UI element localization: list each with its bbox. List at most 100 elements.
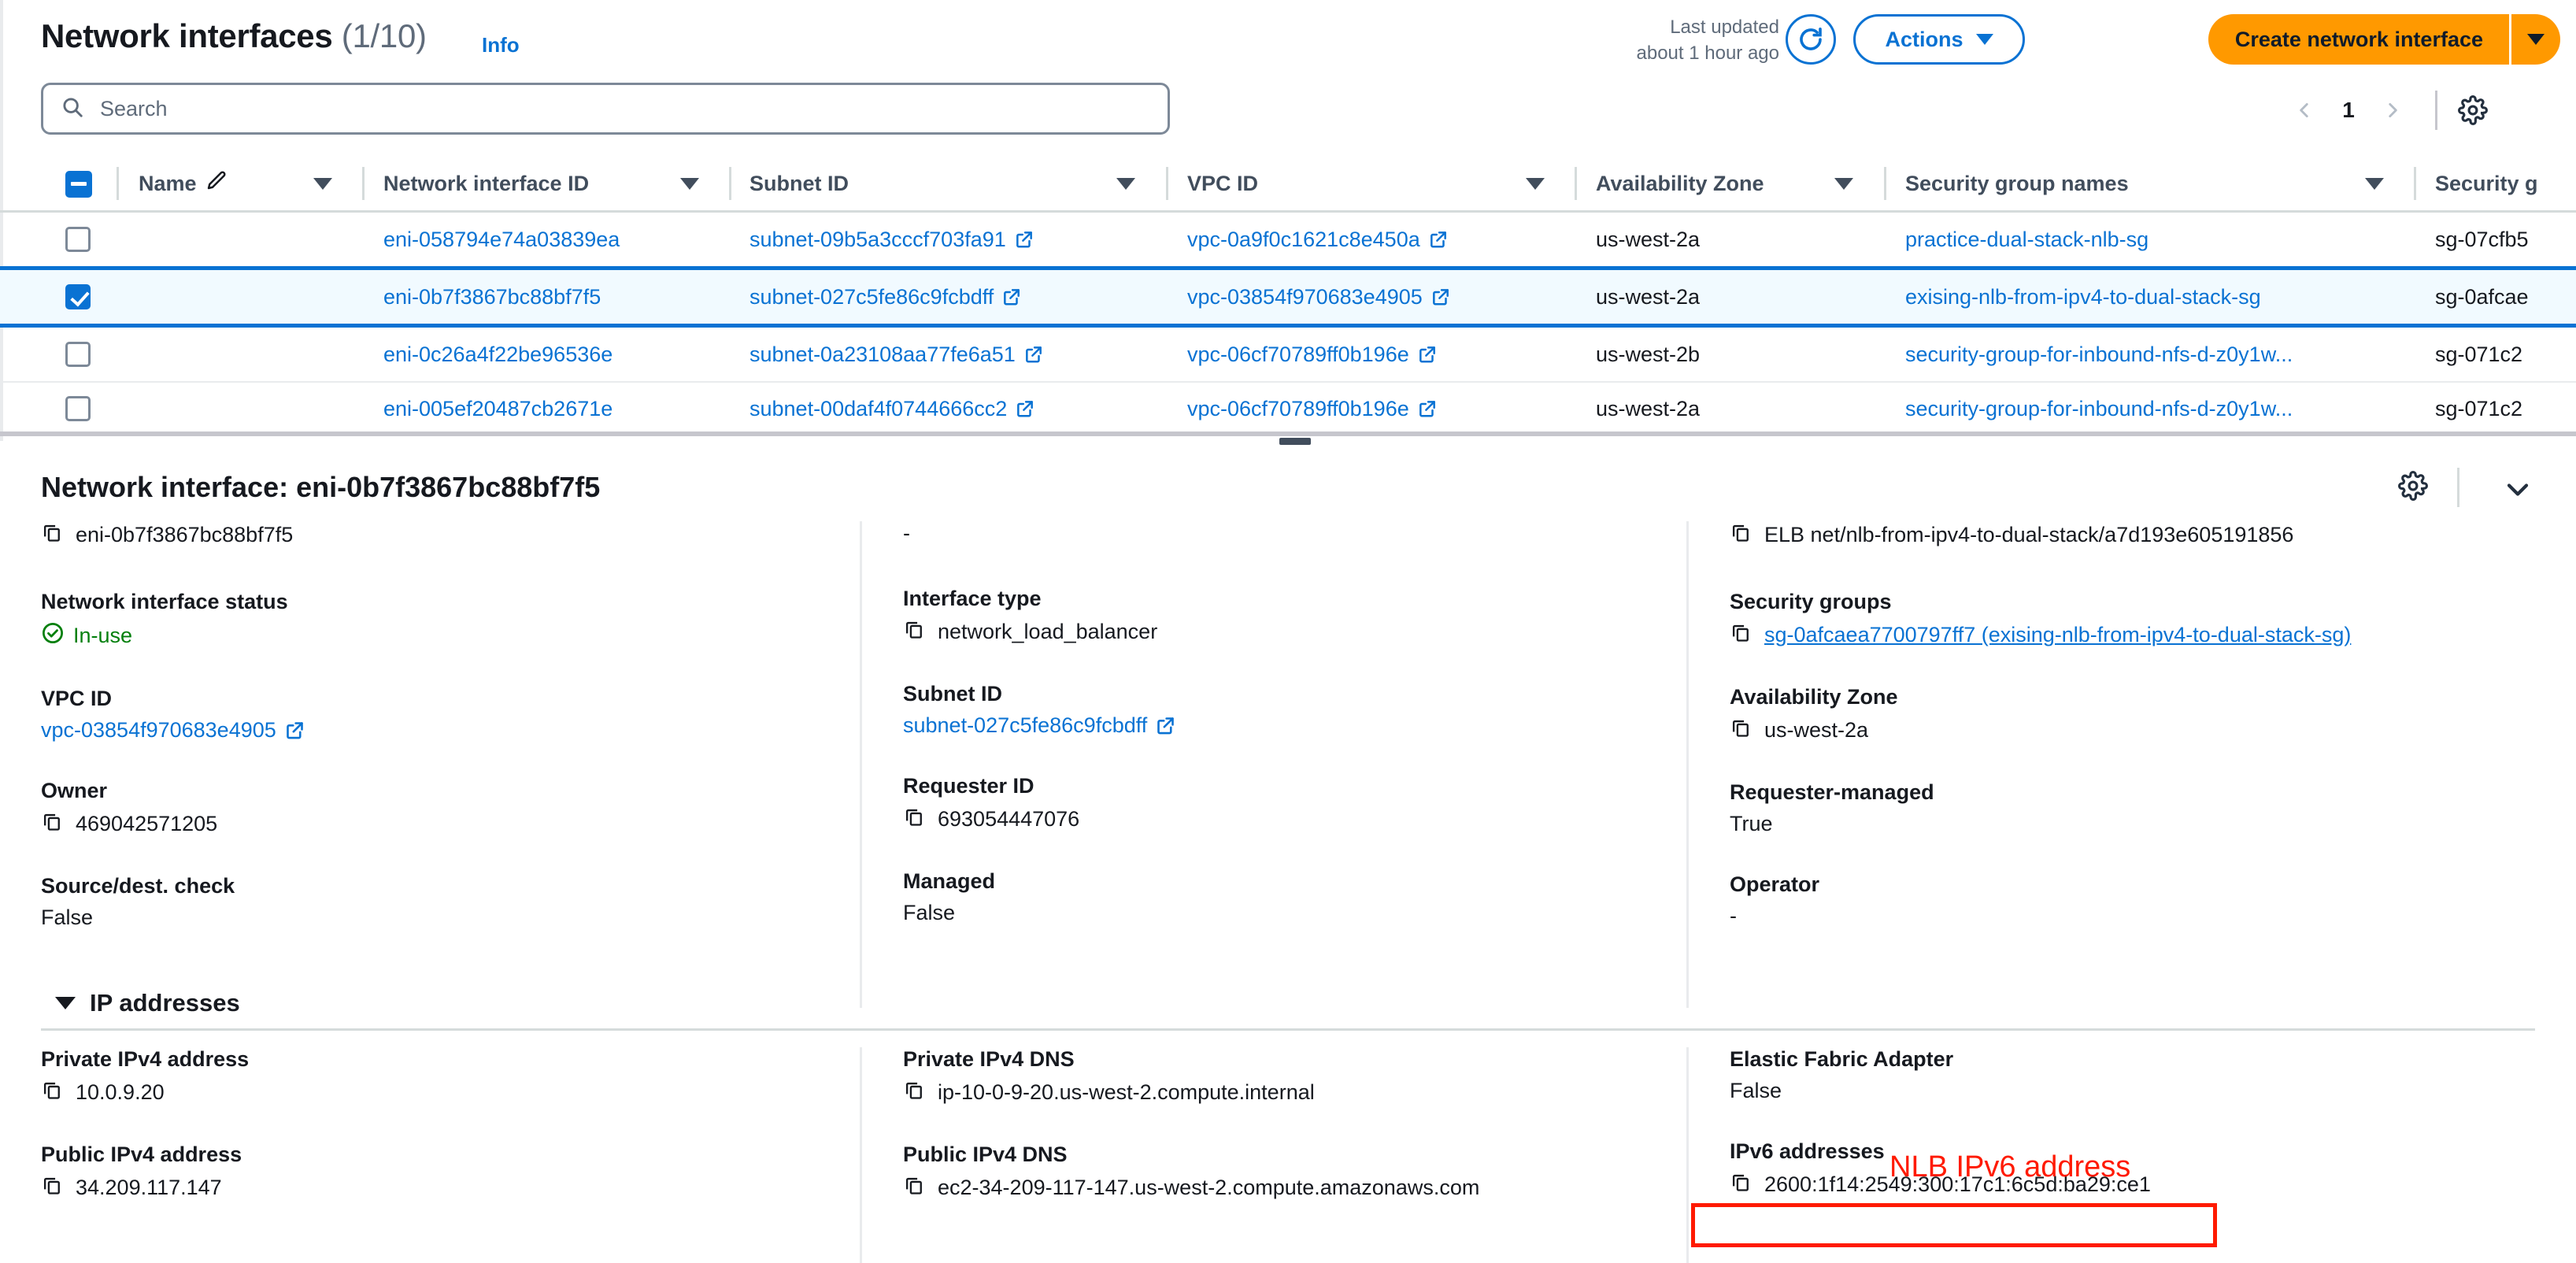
field-requester-id-value-row: 693054447076 <box>903 806 1655 833</box>
cell-vpc-id[interactable]: vpc-06cf70789ff0b196e <box>1187 328 1438 381</box>
field-availability-zone-value-row: us-west-2a <box>1730 717 2513 744</box>
cell-security-group-names[interactable]: practice-dual-stack-nlb-sg <box>1905 213 2149 266</box>
field-vpc-id-value-row[interactable]: vpc-03854f970683e4905 <box>41 718 828 743</box>
external-link-icon[interactable] <box>1015 398 1035 419</box>
cell-vpc-id[interactable]: vpc-06cf70789ff0b196e <box>1187 383 1438 435</box>
column-header-vpc-id[interactable]: VPC ID <box>1187 154 1258 213</box>
external-link-icon[interactable] <box>1430 287 1451 307</box>
detail-panel-collapse-button[interactable] <box>2500 472 2535 511</box>
search-input[interactable]: Search <box>41 83 1170 135</box>
sort-subnet-id[interactable] <box>1116 154 1135 213</box>
sort-vpc-id[interactable] <box>1526 154 1545 213</box>
cell-security-group-names[interactable]: security-group-for-inbound-nfs-d-z0y1w..… <box>1905 328 2293 381</box>
pagination-prev-button[interactable] <box>2282 91 2326 129</box>
cell-eni-id[interactable]: eni-058794e74a03839ea <box>383 213 620 266</box>
edit-pencil-icon[interactable] <box>205 169 228 198</box>
create-network-interface-dropdown[interactable] <box>2511 14 2560 65</box>
table-row-selected[interactable]: eni-0b7f3867bc88bf7f5 subnet-027c5fe86c9… <box>0 266 2576 328</box>
field-subnet-id: Subnet ID subnet-027c5fe86c9fcbdff <box>903 682 1655 738</box>
column-header-subnet-id[interactable]: Subnet ID <box>749 154 849 213</box>
cell-security-group-names[interactable]: exising-nlb-from-ipv4-to-dual-stack-sg <box>1905 270 2261 324</box>
search-placeholder: Search <box>100 96 168 120</box>
cell-vpc-id-text: vpc-0a9f0c1621c8e450a <box>1187 227 1420 251</box>
cell-eni-id[interactable]: eni-0c26a4f22be96536e <box>383 328 613 381</box>
cell-eni-id[interactable]: eni-005ef20487cb2671e <box>383 383 613 435</box>
actions-button[interactable]: Actions <box>1853 14 2025 65</box>
field-private-ipv4-dns-value: ip-10-0-9-20.us-west-2.compute.internal <box>938 1080 1315 1104</box>
external-link-icon[interactable] <box>1014 229 1034 250</box>
sort-security-group-names[interactable] <box>2365 154 2384 213</box>
external-link-icon[interactable] <box>1417 398 1438 419</box>
row-checkbox[interactable] <box>65 227 91 252</box>
field-attachment-value-row: ELB net/nlb-from-ipv4-to-dual-stack/a7d1… <box>1730 521 2513 549</box>
copy-icon[interactable] <box>1730 1171 1752 1198</box>
copy-icon[interactable] <box>41 521 63 549</box>
copy-icon[interactable] <box>41 810 63 838</box>
cell-vpc-id[interactable]: vpc-03854f970683e4905 <box>1187 270 1451 324</box>
external-link-icon[interactable] <box>1417 344 1438 365</box>
copy-icon[interactable] <box>903 618 925 646</box>
sort-name[interactable] <box>313 154 332 213</box>
row-checkbox[interactable] <box>65 342 91 367</box>
table-header-row: Name Network interface ID Subnet ID VPC … <box>0 154 2576 213</box>
pagination-next-button[interactable] <box>2371 91 2415 129</box>
column-header-name[interactable]: Name <box>139 154 228 213</box>
column-divider <box>1575 167 1577 200</box>
pagination: 1 <box>2282 91 2488 130</box>
external-link-icon[interactable] <box>1428 229 1449 250</box>
cell-availability-zone: us-west-2a <box>1596 396 1701 420</box>
ip-addresses-heading[interactable]: IP addresses <box>55 989 240 1017</box>
table-preferences-button[interactable] <box>2458 95 2488 125</box>
copy-icon[interactable] <box>903 1174 925 1202</box>
field-owner-value: 469042571205 <box>76 812 218 835</box>
external-link-icon[interactable] <box>1155 715 1176 736</box>
sort-availability-zone[interactable] <box>1834 154 1853 213</box>
info-link[interactable]: Info <box>482 33 520 57</box>
ip-column-1: Private IPv4 address 10.0.9.20 Public IP… <box>41 1047 860 1263</box>
field-subnet-id-value-row[interactable]: subnet-027c5fe86c9fcbdff <box>903 713 1655 738</box>
copy-icon[interactable] <box>41 1174 63 1202</box>
external-link-icon[interactable] <box>1023 344 1044 365</box>
pagination-page-number[interactable]: 1 <box>2326 98 2371 123</box>
detail-panel-preferences-button[interactable] <box>2398 471 2428 505</box>
field-vpc-id-label: VPC ID <box>41 687 113 710</box>
copy-icon[interactable] <box>903 806 925 833</box>
copy-icon[interactable] <box>1730 621 1752 649</box>
cell-subnet-id[interactable]: subnet-027c5fe86c9fcbdff <box>749 270 1022 324</box>
column-header-availability-zone[interactable]: Availability Zone <box>1596 154 1764 213</box>
cell-eni-id[interactable]: eni-0b7f3867bc88bf7f5 <box>383 270 601 324</box>
copy-icon[interactable] <box>903 1079 925 1106</box>
cell-vpc-id[interactable]: vpc-0a9f0c1621c8e450a <box>1187 213 1449 266</box>
field-requester-managed: Requester-managed True <box>1730 780 2513 836</box>
field-security-groups-value[interactable]: sg-0afcaea7700797ff7 (exising-nlb-from-i… <box>1764 623 2351 647</box>
external-link-icon[interactable] <box>284 720 305 741</box>
refresh-button[interactable] <box>1786 14 1836 65</box>
table-row[interactable]: eni-058794e74a03839ea subnet-09b5a3cccf7… <box>0 213 2576 266</box>
field-public-ipv4-address: Public IPv4 address 34.209.117.147 <box>41 1143 860 1202</box>
row-checkbox[interactable] <box>65 284 91 309</box>
table-row[interactable]: eni-005ef20487cb2671e subnet-00daf4f0744… <box>0 381 2576 435</box>
select-all-checkbox[interactable] <box>65 171 92 198</box>
field-security-groups-value-row: sg-0afcaea7700797ff7 (exising-nlb-from-i… <box>1730 621 2513 649</box>
column-header-eni-id[interactable]: Network interface ID <box>383 154 589 213</box>
copy-icon[interactable] <box>41 1079 63 1106</box>
cell-security-group-names[interactable]: security-group-for-inbound-nfs-d-z0y1w..… <box>1905 383 2293 435</box>
copy-icon[interactable] <box>1730 521 1752 549</box>
sort-eni-id[interactable] <box>680 154 699 213</box>
cell-subnet-id[interactable]: subnet-09b5a3cccf703fa91 <box>749 213 1034 266</box>
field-elastic-fabric-adapter-value: False <box>1730 1079 1782 1102</box>
cell-subnet-id-text: subnet-00daf4f0744666cc2 <box>749 396 1008 420</box>
detail-column-2: - Interface type network_load_balancer S… <box>860 521 1686 1008</box>
copy-icon[interactable] <box>1730 717 1752 744</box>
column-divider <box>1166 167 1168 200</box>
column-header-security-group-names[interactable]: Security group names <box>1905 154 2129 213</box>
cell-subnet-id[interactable]: subnet-0a23108aa77fe6a51 <box>749 328 1044 381</box>
create-network-interface-button[interactable]: Create network interface <box>2208 14 2510 65</box>
ip-column-2: Private IPv4 DNS ip-10-0-9-20.us-west-2.… <box>860 1047 1686 1263</box>
field-eni-id: eni-0b7f3867bc88bf7f5 <box>41 521 828 549</box>
external-link-icon[interactable] <box>1001 287 1022 307</box>
table-row[interactable]: eni-0c26a4f22be96536e subnet-0a23108aa77… <box>0 328 2576 381</box>
row-checkbox[interactable] <box>65 396 91 421</box>
column-header-security-group-ids[interactable]: Security g <box>2435 154 2538 213</box>
cell-subnet-id[interactable]: subnet-00daf4f0744666cc2 <box>749 383 1035 435</box>
